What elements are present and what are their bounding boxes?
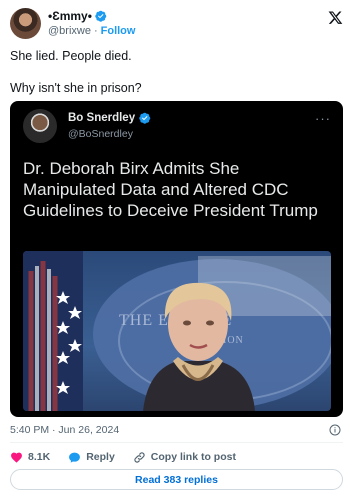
separator-dot: · — [93, 25, 98, 37]
tweet-text-line1: She lied. People died. — [10, 49, 132, 63]
speaker-figure — [143, 282, 255, 411]
tweet-text-line2: Why isn't she in prison? — [10, 81, 142, 95]
reply-bubble-icon — [69, 452, 81, 463]
x-logo-icon[interactable] — [328, 10, 343, 25]
like-button[interactable]: 8.1K — [10, 451, 50, 464]
post-timestamp[interactable]: 5:40 PM · Jun 26, 2024 — [10, 424, 119, 436]
tweet-text: She lied. People died. Why isn't she in … — [10, 48, 340, 96]
quoted-avatar — [23, 109, 57, 143]
read-replies-button[interactable]: Read 383 replies — [10, 469, 343, 490]
author-handle[interactable]: @brixwe — [48, 25, 91, 37]
quoted-header: Bo Snerdley @BoSnerdley ··· — [23, 109, 331, 143]
author-avatar[interactable] — [10, 8, 41, 39]
quoted-verified-badge-icon — [139, 112, 151, 124]
heart-icon — [11, 452, 22, 463]
quoted-handle: @BoSnerdley — [68, 128, 133, 140]
press-conference-photo: THE E HOUSE ION — [23, 251, 331, 411]
author-name-row: •Ɛmmy• — [48, 9, 107, 23]
link-icon — [134, 451, 145, 463]
reply-button[interactable]: Reply — [68, 451, 115, 464]
verified-badge-icon — [95, 10, 107, 22]
american-flag — [23, 251, 83, 411]
copy-link-button[interactable]: Copy link to post — [133, 451, 236, 464]
info-icon[interactable] — [329, 424, 341, 436]
follow-button[interactable]: Follow — [101, 25, 136, 37]
action-bar: 8.1K Reply Copy link to post — [10, 449, 254, 465]
reply-label: Reply — [86, 451, 115, 463]
quoted-display-name: Bo Snerdley — [68, 112, 136, 124]
copy-link-label: Copy link to post — [150, 451, 236, 463]
quoted-name-row: Bo Snerdley — [68, 112, 151, 124]
author-display-name[interactable]: •Ɛmmy• — [48, 9, 92, 23]
quoted-post-image[interactable]: Bo Snerdley @BoSnerdley ··· Dr. Deborah … — [10, 101, 343, 417]
more-options-icon: ··· — [315, 111, 331, 126]
tweet-header: •Ɛmmy• @brixwe · Follow — [10, 8, 343, 40]
author-handle-row: @brixwe · Follow — [48, 25, 135, 37]
quoted-headline: Dr. Deborah Birx Admits She Manipulated … — [23, 159, 318, 220]
like-count: 8.1K — [28, 451, 51, 463]
divider — [10, 442, 343, 443]
